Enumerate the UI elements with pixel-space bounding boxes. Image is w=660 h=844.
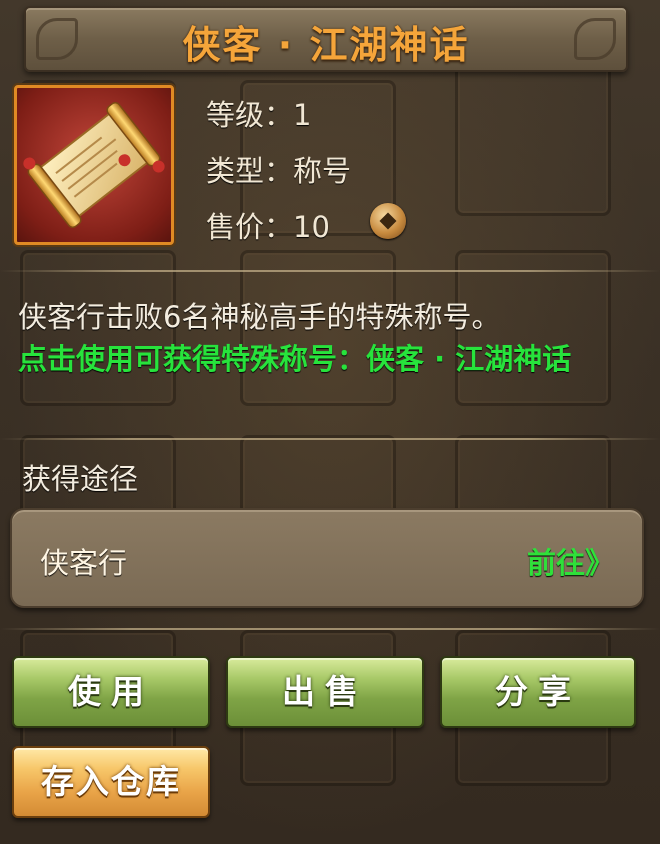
usage-hint: 点击使用可获得特殊称号：侠客 · 江湖神话	[18, 342, 572, 376]
goto-link[interactable]: 前往》	[527, 540, 614, 582]
title-bar: 侠客 · 江湖神话	[24, 6, 628, 72]
item-description: 侠客行击败6名神秘高手的特殊称号。	[18, 300, 501, 334]
item-level: 等级：1	[206, 92, 311, 134]
divider	[0, 628, 660, 630]
item-type: 类型：称号	[206, 148, 351, 190]
item-detail-panel: 侠客 · 江湖神话 等级：1 类型：称号 售价：10 侠客行击败6名神秘高手的特…	[0, 0, 660, 844]
price-label: 售价：	[206, 210, 294, 244]
share-button[interactable]: 分享	[440, 656, 636, 728]
source-row[interactable]: 侠客行 前往》	[10, 508, 644, 608]
coin-icon	[370, 203, 406, 239]
store-to-warehouse-button[interactable]: 存入仓库	[12, 746, 210, 818]
type-value: 称号	[293, 154, 352, 188]
scroll-icon	[23, 102, 165, 228]
sell-button[interactable]: 出售	[226, 656, 424, 728]
level-value: 1	[293, 98, 312, 132]
divider	[0, 438, 660, 440]
sources-title: 获得途径	[22, 462, 139, 496]
source-name: 侠客行	[40, 546, 128, 580]
price-value: 10	[293, 210, 330, 244]
type-label: 类型：	[206, 154, 294, 188]
divider	[0, 270, 660, 272]
item-icon-frame[interactable]	[14, 85, 174, 245]
item-price: 售价：10	[206, 204, 330, 246]
use-button[interactable]: 使用	[12, 656, 210, 728]
background-slot	[455, 60, 611, 216]
item-title: 侠客 · 江湖神话	[182, 23, 470, 67]
level-label: 等级：	[206, 98, 294, 132]
